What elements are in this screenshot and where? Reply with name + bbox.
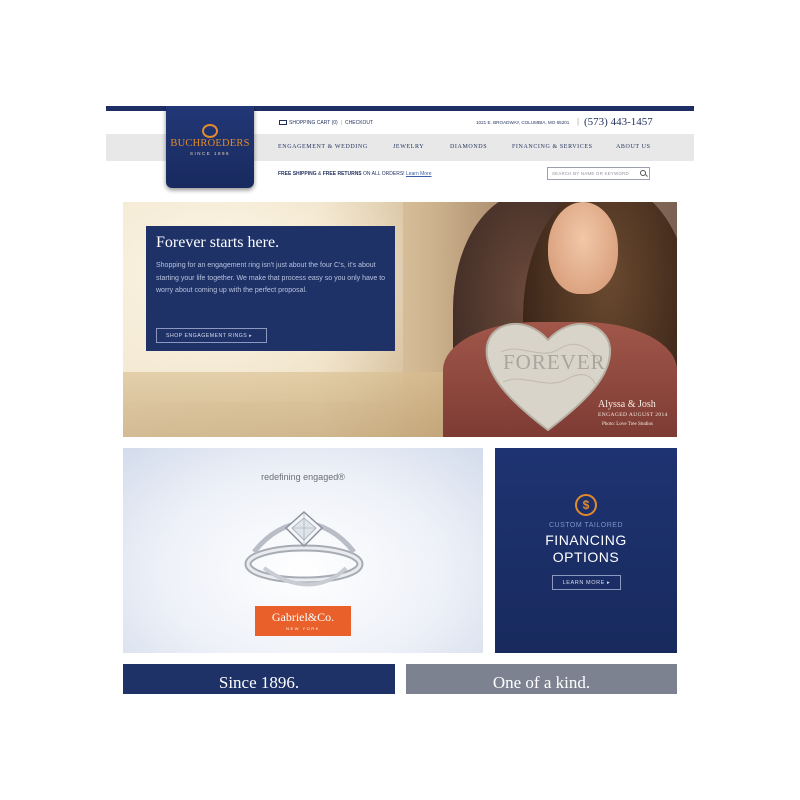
page: BUCHROEDERS SINCE 1896 SHOPPING CART (0)… bbox=[106, 106, 694, 694]
logo[interactable]: BUCHROEDERS SINCE 1896 bbox=[166, 106, 254, 188]
hero-card: Forever starts here. Shopping for an eng… bbox=[146, 226, 395, 351]
financing-title-line1: FINANCING bbox=[545, 532, 627, 548]
phone-divider: | bbox=[577, 117, 580, 126]
shopping-cart-icon[interactable] bbox=[278, 119, 287, 126]
promo-rest: ON ALL ORDERS! bbox=[361, 171, 406, 177]
ring-tagline: redefining engaged® bbox=[261, 472, 345, 482]
photo-credit-names: Alyssa & Josh bbox=[598, 399, 656, 410]
heart-text: FOREVER bbox=[503, 350, 606, 374]
checkout-link[interactable]: CHECKOUT bbox=[345, 120, 373, 126]
hero-title: Forever starts here. bbox=[156, 234, 280, 251]
gabriel-promo[interactable]: redefining engaged® Gabriel&Co. NEW YORK bbox=[123, 448, 483, 653]
store-address: 1021 E. BROADWAY, COLUMBIA, MO 65201 bbox=[476, 120, 570, 125]
utility-links: SHOPPING CART (0) | CHECKOUT bbox=[278, 119, 373, 126]
shopping-cart-link[interactable]: SHOPPING CART (0) bbox=[289, 120, 338, 126]
financing-title-line2: OPTIONS bbox=[552, 549, 620, 565]
search-icon[interactable] bbox=[640, 170, 646, 176]
nav-item-jewelry[interactable]: JEWELRY bbox=[393, 144, 424, 150]
shop-engagement-rings-button[interactable]: SHOP ENGAGEMENT RINGS ▸ bbox=[156, 328, 267, 343]
financing-promo[interactable]: $ CUSTOM TAILORED FINANCING OPTIONS LEAR… bbox=[495, 448, 677, 653]
one-of-a-kind-banner[interactable]: One of a kind. bbox=[406, 664, 677, 694]
learn-more-link[interactable]: Learn More bbox=[406, 171, 432, 177]
gabriel-name: Gabriel&Co. bbox=[271, 610, 335, 624]
gabriel-logo: Gabriel&Co. NEW YORK bbox=[255, 606, 351, 636]
nav-item-about-us[interactable]: ABOUT US bbox=[616, 144, 651, 150]
financing-title: FINANCING OPTIONS bbox=[495, 532, 677, 566]
nav-item-financing-services[interactable]: FINANCING & SERVICES bbox=[512, 144, 593, 150]
free-shipping-text: FREE SHIPPING bbox=[278, 171, 317, 177]
since-1896-banner[interactable]: Since 1896. bbox=[123, 664, 395, 694]
search-input[interactable]: SEARCH BY NAME OR KEYWORD bbox=[547, 167, 650, 180]
learn-more-button[interactable]: LEARN MORE ▸ bbox=[552, 575, 621, 590]
gabriel-city: NEW YORK bbox=[286, 626, 320, 631]
woman-face bbox=[548, 202, 618, 294]
photo-credit-studio: Photo: Love Tree Studios bbox=[602, 422, 653, 427]
since-1896-text: Since 1896. bbox=[218, 673, 300, 692]
dollar-coin-icon: $ bbox=[575, 494, 597, 516]
nav-item-engagement-wedding[interactable]: ENGAGEMENT & WEDDING bbox=[278, 144, 368, 150]
free-returns-text: FREE RETURNS bbox=[322, 171, 362, 177]
store-phone[interactable]: (573) 443-1457 bbox=[584, 116, 653, 128]
utility-divider: | bbox=[340, 119, 343, 126]
one-of-a-kind-text: One of a kind. bbox=[492, 673, 591, 692]
logo-since: SINCE 1896 bbox=[189, 151, 230, 156]
nav-item-diamonds[interactable]: DIAMONDS bbox=[450, 144, 487, 150]
logo-name: BUCHROEDERS bbox=[170, 138, 250, 149]
financing-subtitle: CUSTOM TAILORED bbox=[548, 522, 623, 529]
shipping-promo: FREE SHIPPING & FREE RETURNS ON ALL ORDE… bbox=[278, 171, 432, 177]
photo-credit-date: ENGAGED AUGUST 2014 bbox=[598, 412, 668, 418]
search-placeholder: SEARCH BY NAME OR KEYWORD bbox=[552, 171, 629, 176]
ring-icon bbox=[244, 510, 364, 587]
logo-ring-icon bbox=[202, 124, 218, 138]
hero-body: Shopping for an engagement ring isn't ju… bbox=[156, 262, 386, 294]
